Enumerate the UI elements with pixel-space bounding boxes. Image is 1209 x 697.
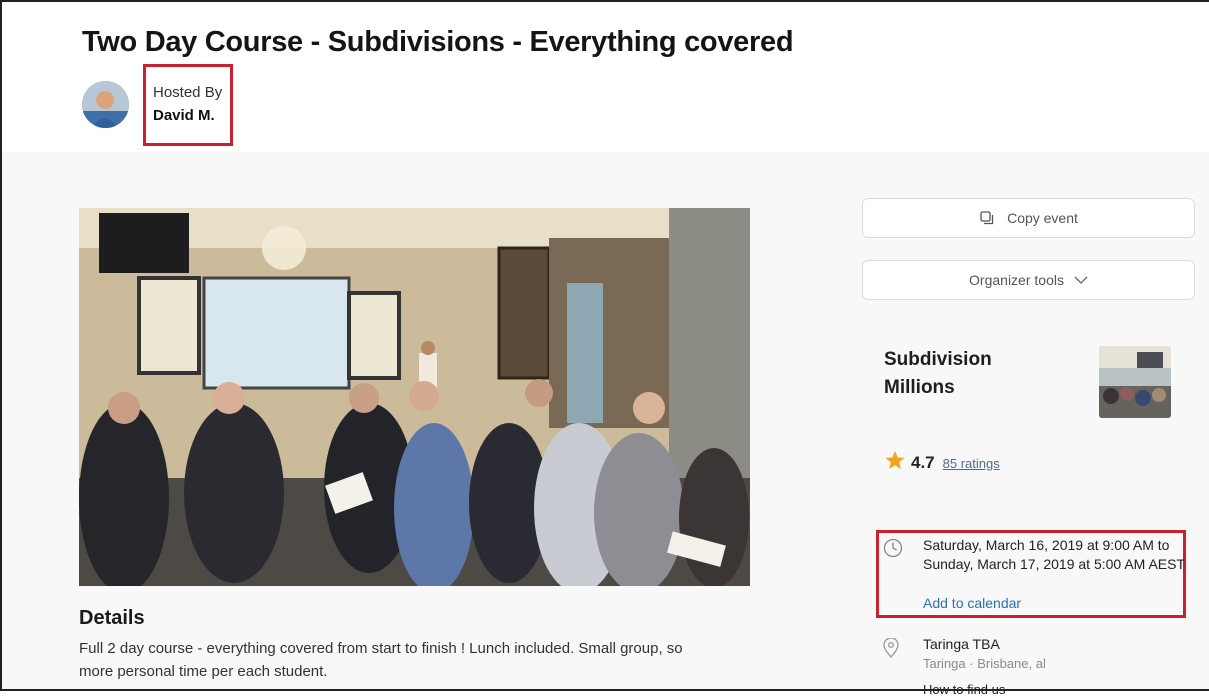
event-title: Two Day Course - Subdivisions - Everythi… xyxy=(82,26,794,58)
event-photo xyxy=(79,208,750,586)
clock-icon xyxy=(883,538,903,563)
chevron-down-icon xyxy=(1074,275,1088,285)
copy-icon xyxy=(979,210,995,226)
host-highlight-box xyxy=(143,64,233,146)
copy-event-button[interactable]: Copy event xyxy=(862,198,1195,238)
details-text: Full 2 day course - everything covered f… xyxy=(79,640,683,680)
details-heading: Details xyxy=(79,607,145,629)
add-to-calendar-link[interactable]: Add to calendar xyxy=(923,595,1021,611)
star-icon xyxy=(885,451,905,475)
group-rating: 4.7 85 ratings xyxy=(885,451,1000,475)
host-avatar[interactable] xyxy=(82,81,129,128)
group-name[interactable]: Subdivision Millions xyxy=(884,346,1064,402)
how-to-find-us: How to find us xyxy=(923,682,1006,697)
copy-event-label: Copy event xyxy=(1007,210,1078,226)
rating-value: 4.7 xyxy=(911,453,935,472)
event-datetime: Saturday, March 16, 2019 at 9:00 AM to S… xyxy=(923,537,1186,572)
organizer-tools-label: Organizer tools xyxy=(969,272,1064,288)
location-pin-icon xyxy=(883,637,899,663)
organizer-tools-button[interactable]: Organizer tools xyxy=(862,260,1195,300)
group-thumbnail[interactable] xyxy=(1099,346,1171,418)
location-name: Taringa TBA xyxy=(923,636,1000,652)
ratings-count-link[interactable]: 85 ratings xyxy=(943,456,1000,471)
host-name[interactable]: David M. xyxy=(153,107,215,124)
location-address: Taringa · Brisbane, al xyxy=(923,656,1046,671)
hosted-by-label: Hosted By xyxy=(153,84,223,101)
